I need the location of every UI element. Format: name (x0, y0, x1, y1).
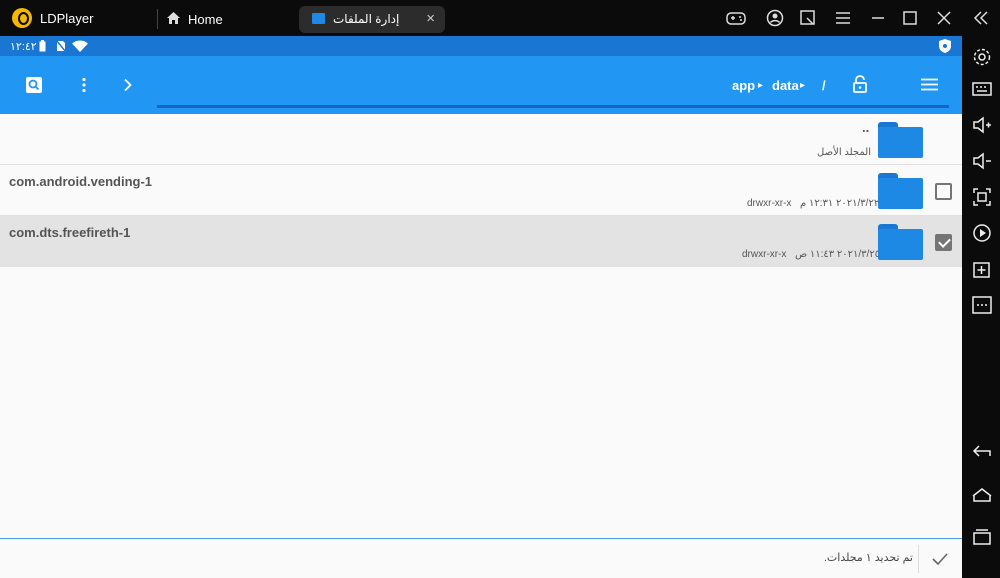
shield-icon (939, 39, 951, 53)
folder-icon (878, 173, 923, 209)
close-tab-icon[interactable]: × (426, 10, 435, 27)
chevron-right-icon[interactable] (123, 78, 133, 92)
app-name: LDPlayer (40, 11, 94, 26)
file-permissions: drwxr-xr-x (747, 198, 792, 209)
file-manager-toolbar: app ▸ data ▸ / (0, 56, 962, 114)
tab-label: إدارة الملفات (333, 12, 400, 26)
select-checkbox[interactable] (935, 183, 952, 200)
list-item-parent-folder[interactable]: .. المجلد الأصل (0, 114, 962, 165)
parent-folder-name: .. (862, 120, 870, 135)
breadcrumb-separator: ▸ (800, 80, 806, 91)
close-window-icon[interactable] (933, 8, 955, 28)
overflow-menu-icon[interactable] (80, 77, 88, 93)
fullscreen-icon[interactable] (971, 186, 993, 208)
emulator-sidebar (962, 36, 1000, 578)
collapse-sidebar-icon[interactable] (970, 8, 992, 28)
path-underline (157, 105, 949, 108)
recent-apps-icon[interactable] (971, 526, 993, 548)
tab-file-manager[interactable]: إدارة الملفات × (299, 6, 445, 33)
add-app-icon[interactable] (971, 258, 993, 280)
file-date: ٢٠٢١/٣/٢٥ ١١:٤٣ ص (795, 249, 881, 260)
breadcrumb-root[interactable]: / (822, 78, 826, 93)
android-statusbar: ١٢:٤٢ (0, 36, 962, 56)
account-icon[interactable] (764, 8, 786, 28)
back-icon[interactable] (971, 440, 993, 462)
more-options-icon[interactable] (971, 294, 993, 316)
table-row[interactable]: com.dts.freefireth-1 drwxr-xr-x ٢٠٢١/٣/٢… (0, 216, 962, 267)
status-time: ١٢:٤٢ (10, 41, 37, 53)
home-tab[interactable]: Home (188, 12, 223, 27)
breadcrumb-item[interactable]: data (772, 78, 799, 93)
battery-icon (39, 40, 46, 52)
folder-icon (878, 224, 923, 260)
home-icon[interactable] (166, 11, 181, 25)
select-checkbox-checked[interactable] (935, 234, 952, 251)
volume-down-icon[interactable] (971, 150, 993, 172)
minimize-icon[interactable] (867, 8, 889, 28)
search-icon[interactable] (26, 77, 42, 93)
parent-folder-label: المجلد الأصل (817, 147, 871, 158)
emulator-titlebar: LDPlayer Home إدارة الملفات × (0, 0, 1000, 36)
settings-icon[interactable] (971, 46, 993, 68)
file-permissions: drwxr-xr-x (742, 249, 787, 260)
ldplayer-logo-icon (12, 8, 32, 28)
folder-icon (312, 13, 325, 24)
file-list: .. المجلد الأصل com.android.vending-1 dr… (0, 114, 962, 267)
record-icon[interactable] (971, 222, 993, 244)
table-row[interactable]: com.android.vending-1 drwxr-xr-x ٢٠٢١/٣/… (0, 165, 962, 216)
maximize-icon[interactable] (899, 8, 921, 28)
divider (918, 545, 919, 573)
gamepad-icon[interactable] (725, 8, 747, 28)
file-name: com.dts.freefireth-1 (9, 225, 131, 240)
screenshot-icon[interactable] (797, 8, 819, 28)
keyboard-icon[interactable] (971, 78, 993, 100)
selection-status: تم تحديد ١ مجلدات. (823, 552, 913, 564)
confirm-check-icon[interactable] (932, 552, 948, 566)
folder-icon (878, 122, 923, 158)
hamburger-menu-icon[interactable] (921, 78, 938, 91)
file-date: ٢٠٢١/٣/٢٢ ١٢:٣١ م (800, 198, 880, 209)
selection-footer: تم تحديد ١ مجلدات. (0, 538, 962, 578)
divider (157, 9, 158, 29)
unlock-icon[interactable] (853, 75, 867, 93)
no-sim-icon (56, 40, 66, 52)
breadcrumb-item[interactable]: app (732, 78, 755, 93)
home-nav-icon[interactable] (971, 484, 993, 506)
volume-up-icon[interactable] (971, 114, 993, 136)
file-name: com.android.vending-1 (9, 174, 153, 189)
wifi-icon (72, 40, 88, 52)
breadcrumb-separator: ▸ (758, 80, 764, 91)
menu-icon[interactable] (832, 8, 854, 28)
device-screen: ١٢:٤٢ app ▸ data ▸ / .. المجلد الأصل com… (0, 36, 962, 578)
